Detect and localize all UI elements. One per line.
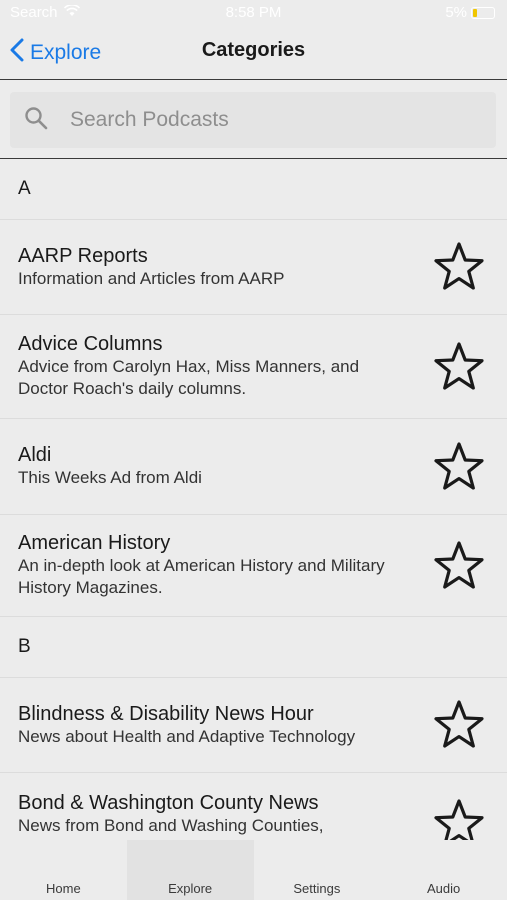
list-item[interactable]: AARP Reports Information and Articles fr… <box>0 220 507 315</box>
star-icon[interactable] <box>433 341 485 393</box>
star-icon[interactable] <box>433 241 485 293</box>
tab-home[interactable]: Home <box>0 840 127 900</box>
star-icon[interactable] <box>433 540 485 592</box>
battery-percent: 5% <box>445 4 467 21</box>
search-icon <box>10 106 48 135</box>
category-list: A AARP Reports Information and Articles … <box>0 159 507 840</box>
status-bar: Search 8:58 PM 5% <box>0 0 507 26</box>
star-icon[interactable] <box>433 441 485 493</box>
item-subtitle: News about Health and Adaptive Technolog… <box>18 727 356 746</box>
list-item[interactable]: Bond & Washington County News News from … <box>0 773 507 840</box>
item-title: Advice Columns <box>18 333 163 355</box>
item-title: Blindness & Disability News Hour <box>18 703 314 725</box>
item-subtitle: Advice from Carolyn Hax, Miss Manners, a… <box>18 357 360 398</box>
status-time: 8:58 PM <box>225 4 282 21</box>
tab-bar: Home Explore Settings Audio <box>0 840 507 900</box>
item-title: American History <box>18 532 171 554</box>
list-item[interactable]: Blindness & Disability News Hour News ab… <box>0 678 507 773</box>
item-subtitle: This Weeks Ad from Aldi <box>18 468 202 487</box>
tab-audio[interactable]: Audio <box>380 840 507 900</box>
star-icon[interactable] <box>433 699 485 751</box>
list-item[interactable]: Advice Columns Advice from Carolyn Hax, … <box>0 315 507 419</box>
battery-indicator: 5% <box>445 4 495 21</box>
page-title: Categories <box>201 39 306 61</box>
section-header-a: A <box>0 159 507 220</box>
item-subtitle: An in-depth look at American History and… <box>18 556 385 597</box>
search-input[interactable] <box>68 107 452 133</box>
navigation-bar: Explore Categories <box>0 26 507 80</box>
list-item[interactable]: Aldi This Weeks Ad from Aldi <box>0 419 507 515</box>
tab-explore[interactable]: Explore <box>126 840 254 900</box>
star-icon[interactable] <box>433 798 485 840</box>
item-title: Aldi <box>18 444 52 466</box>
item-title: AARP Reports <box>18 245 148 267</box>
section-header-b: B <box>0 617 507 678</box>
search-bar <box>0 80 507 159</box>
tab-settings[interactable]: Settings <box>254 840 381 900</box>
battery-icon <box>471 6 495 19</box>
list-item[interactable]: American History An in-depth look at Ame… <box>0 515 507 617</box>
item-subtitle: News from Bond and Washing Counties, <box>18 816 324 835</box>
item-title: Bond & Washington County News <box>18 792 319 814</box>
item-subtitle: Information and Articles from AARP <box>18 269 285 288</box>
search-box[interactable] <box>10 92 496 148</box>
